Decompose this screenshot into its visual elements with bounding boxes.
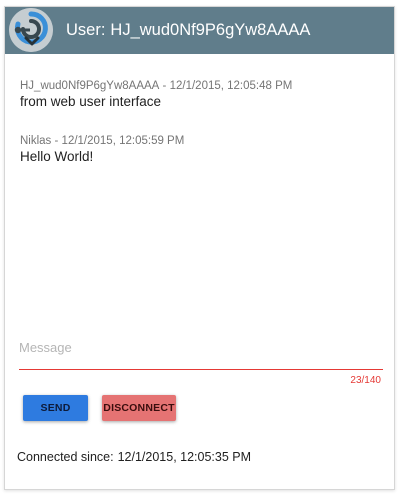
chat-logo-icon bbox=[9, 8, 53, 52]
message-author: HJ_wud0Nf9P6gYw8AAAA bbox=[20, 80, 160, 92]
chat-window: User: HJ_wud0Nf9P6gYw8AAAA HJ_wud0Nf9P6g… bbox=[4, 6, 395, 490]
app-header: User: HJ_wud0Nf9P6gYw8AAAA bbox=[5, 7, 394, 54]
message-meta: Niklas - 12/1/2015, 12:05:59 PM bbox=[20, 135, 380, 148]
page-title: User: HJ_wud0Nf9P6gYw8AAAA bbox=[66, 21, 310, 40]
char-counter: 23/140 bbox=[350, 375, 381, 386]
meta-separator: - bbox=[51, 135, 62, 147]
send-button[interactable]: SEND bbox=[23, 395, 88, 421]
username-label: HJ_wud0Nf9P6gYw8AAAA bbox=[110, 21, 311, 39]
message-input[interactable] bbox=[19, 327, 383, 367]
message-text: Hello World! bbox=[20, 149, 94, 164]
status-label: Connected since: bbox=[17, 450, 114, 464]
message-item: Niklas - 12/1/2015, 12:05:59 PM Hello Wo… bbox=[20, 135, 380, 165]
meta-separator: - bbox=[159, 80, 170, 92]
message-meta: HJ_wud0Nf9P6gYw8AAAA - 12/1/2015, 12:05:… bbox=[20, 80, 380, 93]
user-prefix-label: User: bbox=[66, 21, 106, 39]
message-text: from web user interface bbox=[20, 94, 162, 109]
message-field bbox=[19, 327, 383, 371]
message-item: HJ_wud0Nf9P6gYw8AAAA - 12/1/2015, 12:05:… bbox=[20, 80, 380, 110]
message-timestamp: 12/1/2015, 12:05:48 PM bbox=[169, 80, 293, 92]
disconnect-button[interactable]: DISCONNECT bbox=[102, 395, 176, 421]
message-timestamp: 12/1/2015, 12:05:59 PM bbox=[61, 135, 185, 147]
status-value: 12/1/2015, 12:05:35 PM bbox=[117, 450, 252, 464]
connection-status: Connected since: 12/1/2015, 12:05:35 PM bbox=[17, 450, 251, 464]
message-list: HJ_wud0Nf9P6gYw8AAAA - 12/1/2015, 12:05:… bbox=[20, 80, 380, 190]
input-underline bbox=[19, 369, 383, 370]
message-author: Niklas bbox=[20, 135, 52, 147]
